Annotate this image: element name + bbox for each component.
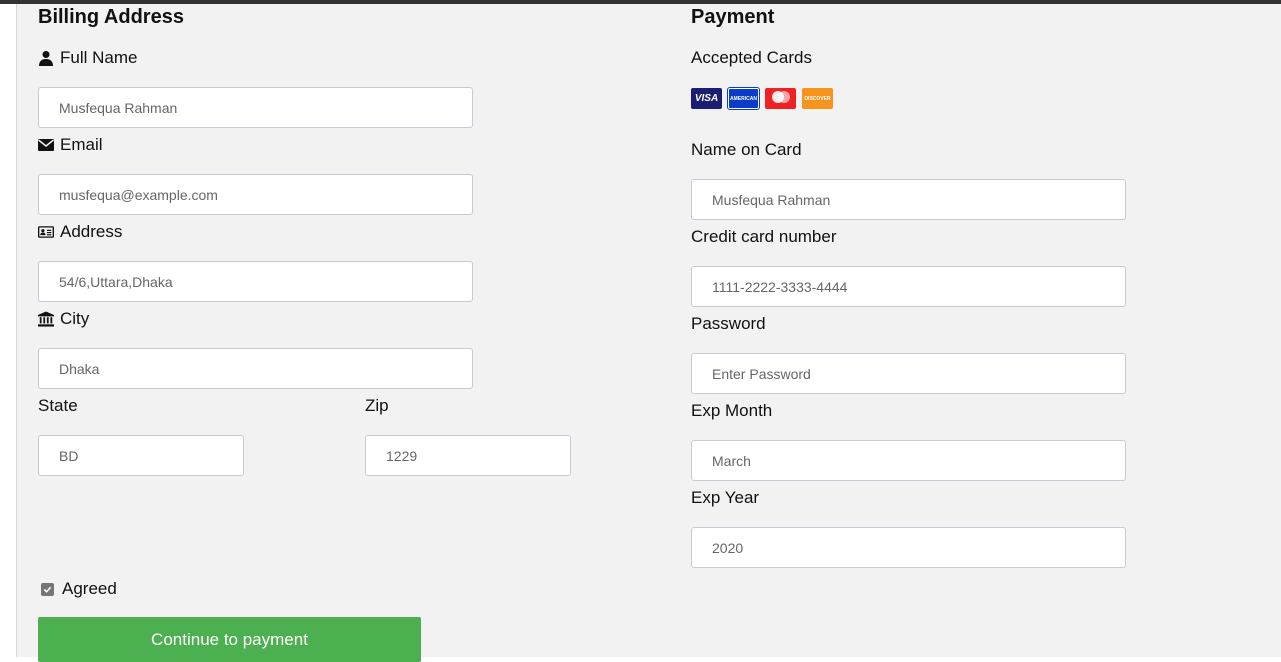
name-on-card-label: Name on Card bbox=[691, 140, 802, 159]
state-label: State bbox=[38, 396, 78, 415]
agreed-checkbox-row[interactable]: Agreed bbox=[41, 579, 117, 599]
billing-heading: Billing Address bbox=[38, 6, 184, 28]
address-card-icon bbox=[38, 226, 54, 238]
state-input[interactable] bbox=[38, 435, 244, 476]
accepted-cards-icons: VISA AMERICAN DISCOVER bbox=[691, 87, 833, 110]
card-number-label: Credit card number bbox=[691, 227, 837, 246]
address-label: Address bbox=[38, 222, 122, 242]
city-input[interactable] bbox=[38, 348, 473, 389]
agreed-label: Agreed bbox=[62, 579, 117, 598]
full-name-label: Full Name bbox=[38, 48, 137, 68]
agreed-checkbox[interactable] bbox=[41, 582, 54, 596]
institution-icon bbox=[38, 311, 54, 327]
payment-heading: Payment bbox=[691, 6, 775, 28]
exp-year-input[interactable] bbox=[691, 527, 1126, 568]
full-name-input[interactable] bbox=[38, 87, 473, 128]
checkmark-icon bbox=[43, 586, 52, 593]
password-input[interactable] bbox=[691, 353, 1126, 394]
exp-month-label: Exp Month bbox=[691, 401, 773, 420]
visa-card-icon: VISA bbox=[691, 88, 722, 109]
exp-month-input[interactable] bbox=[691, 440, 1126, 481]
zip-label: Zip bbox=[365, 396, 389, 415]
checkout-panel: Billing Address Full Name Email Address … bbox=[16, 4, 1281, 662]
address-input[interactable] bbox=[38, 261, 473, 302]
password-label: Password bbox=[691, 314, 766, 333]
continue-to-payment-button[interactable]: Continue to payment bbox=[38, 617, 421, 662]
discover-card-icon: DISCOVER bbox=[802, 88, 833, 109]
zip-input[interactable] bbox=[365, 435, 571, 476]
email-label: Email bbox=[38, 135, 103, 155]
amex-card-icon: AMERICAN bbox=[727, 87, 760, 110]
name-on-card-input[interactable] bbox=[691, 179, 1126, 220]
accepted-cards-label: Accepted Cards bbox=[691, 48, 812, 67]
card-number-input[interactable] bbox=[691, 266, 1126, 307]
envelope-icon bbox=[38, 139, 54, 151]
mastercard-card-icon bbox=[765, 88, 796, 109]
user-icon bbox=[39, 51, 53, 66]
exp-year-label: Exp Year bbox=[691, 488, 760, 507]
email-input[interactable] bbox=[38, 174, 473, 215]
city-label: City bbox=[38, 309, 89, 329]
